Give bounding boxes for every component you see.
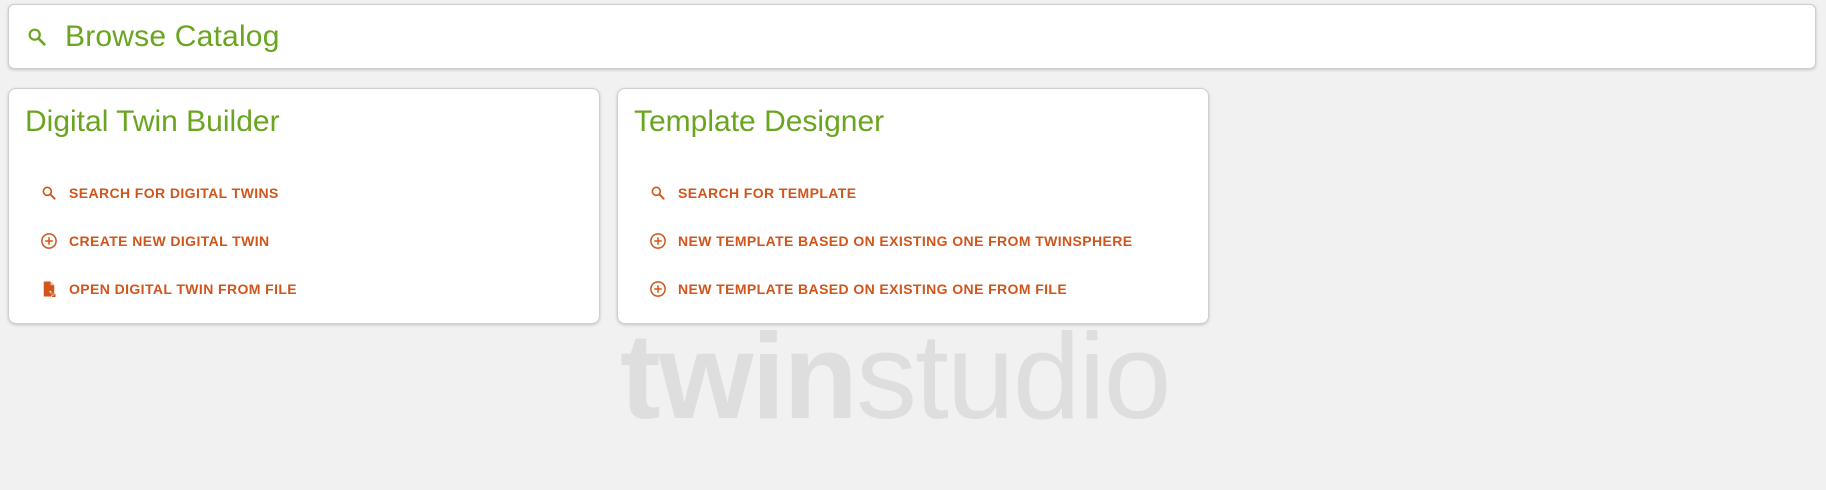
app-root: Browse Catalog Digital Twin Builder SEAR… xyxy=(0,0,1826,490)
add-circle-icon xyxy=(648,279,668,299)
browse-catalog-label: Browse Catalog xyxy=(65,19,280,53)
action-label: NEW TEMPLATE BASED ON EXISTING ONE FROM … xyxy=(678,281,1068,297)
search-for-template-button[interactable]: SEARCH FOR TEMPLATE xyxy=(644,181,1137,205)
search-icon xyxy=(23,23,51,51)
open-digital-twin-from-file-button[interactable]: OPEN DIGITAL TWIN FROM FILE xyxy=(35,277,301,301)
twinstudio-watermark-logo: twinstudio xyxy=(620,315,1172,437)
digital-twin-builder-card: Digital Twin Builder SEARCH FOR DIGITAL … xyxy=(8,88,600,324)
search-icon xyxy=(39,183,59,203)
action-label: CREATE NEW DIGITAL TWIN xyxy=(69,233,270,249)
new-template-from-file-button[interactable]: NEW TEMPLATE BASED ON EXISTING ONE FROM … xyxy=(644,277,1137,301)
watermark-light-part: studio xyxy=(855,308,1172,444)
file-open-icon xyxy=(39,279,59,299)
new-template-from-twinsphere-button[interactable]: NEW TEMPLATE BASED ON EXISTING ONE FROM … xyxy=(644,229,1137,253)
action-label: SEARCH FOR DIGITAL TWINS xyxy=(69,185,279,201)
add-circle-icon xyxy=(648,231,668,251)
search-icon xyxy=(648,183,668,203)
watermark-bold-part: twin xyxy=(620,308,858,444)
card-title: Template Designer xyxy=(634,105,885,138)
create-new-digital-twin-button[interactable]: CREATE NEW DIGITAL TWIN xyxy=(35,229,301,253)
action-label: OPEN DIGITAL TWIN FROM FILE xyxy=(69,281,298,297)
template-designer-card: Template Designer SEARCH FOR TEMPLATE NE… xyxy=(617,88,1209,324)
builder-action-list: SEARCH FOR DIGITAL TWINS CREATE NEW DIGI… xyxy=(35,181,301,325)
browse-catalog-search-bar[interactable]: Browse Catalog xyxy=(8,4,1816,69)
action-label: NEW TEMPLATE BASED ON EXISTING ONE FROM … xyxy=(678,233,1133,249)
search-digital-twins-button[interactable]: SEARCH FOR DIGITAL TWINS xyxy=(35,181,301,205)
designer-action-list: SEARCH FOR TEMPLATE NEW TEMPLATE BASED O… xyxy=(644,181,1137,325)
card-title: Digital Twin Builder xyxy=(25,105,280,138)
action-label: SEARCH FOR TEMPLATE xyxy=(678,185,857,201)
add-circle-icon xyxy=(39,231,59,251)
